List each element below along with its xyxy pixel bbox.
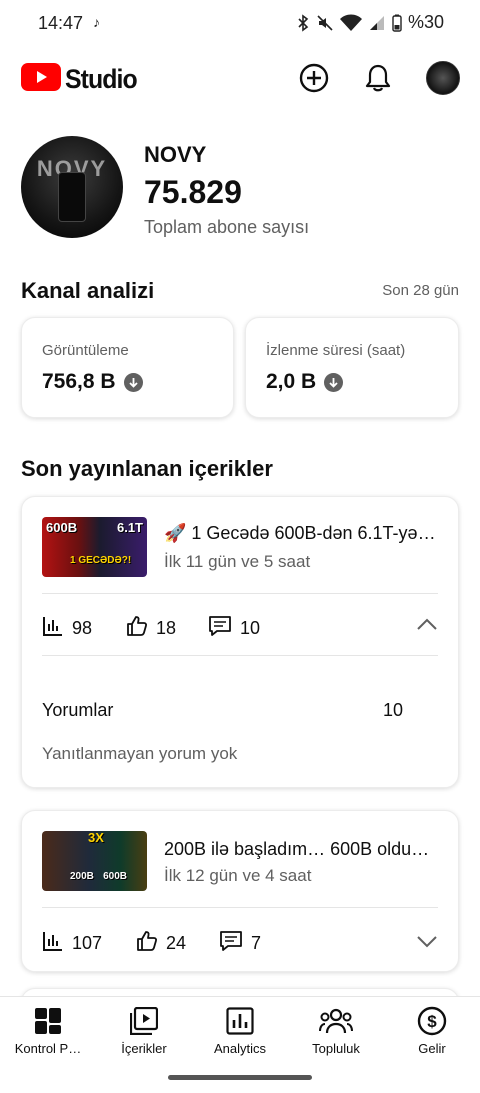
community-icon — [288, 1005, 384, 1037]
metric-value-row: 2,0 B — [266, 370, 344, 394]
plus-circle-icon[interactable] — [296, 60, 332, 96]
account-avatar[interactable] — [426, 61, 460, 95]
divider — [42, 655, 438, 656]
watch-time-metric-card[interactable]: İzlenme süresi (saat) 2,0 B — [245, 317, 459, 418]
likes-count: 24 — [166, 933, 187, 953]
metric-value-row: 756,8 B — [42, 370, 143, 394]
channel-avatar: NOVY — [21, 136, 123, 238]
metric-value: 756,8 B — [42, 370, 116, 393]
analytics-title: Kanal analizi — [21, 278, 155, 303]
status-icons: %30 — [296, 12, 444, 33]
thumbnail-text: 600B — [103, 871, 127, 882]
comments-stat: 10 — [208, 615, 260, 642]
likes-count: 18 — [156, 618, 177, 638]
video-title[interactable]: 200B ilə başladım… 600B oldu… — [164, 839, 440, 860]
nav-label: Kontrol P… — [14, 1041, 82, 1056]
thumbnail-text: 200B — [70, 871, 94, 882]
nav-label: Analytics — [213, 1041, 267, 1056]
bell-icon[interactable] — [360, 60, 396, 96]
youtube-play-icon — [21, 63, 61, 96]
bar-chart-icon — [42, 930, 64, 957]
likes-stat: 18 — [126, 615, 176, 642]
nav-label: Topluluk — [312, 1041, 360, 1056]
nav-community[interactable]: Topluluk — [288, 1005, 384, 1056]
thumbs-up-icon — [136, 930, 158, 957]
analytics-icon — [192, 1005, 288, 1037]
thumbnail-text: 3X — [88, 831, 104, 845]
tiktok-icon: ♪ — [93, 14, 100, 30]
metric-value: 2,0 B — [266, 370, 317, 393]
thumbnail-text: 1 GECƏDƏ?! — [70, 555, 132, 566]
nav-label: İçerikler — [121, 1041, 167, 1056]
nav-label: Gelir — [418, 1041, 446, 1056]
channel-name: NOVY — [144, 142, 207, 167]
video-card[interactable]: 600B 6.1T 1 GECƏDƏ?! 🚀 1 Gecədə 600B-dən… — [21, 496, 459, 788]
battery-percent: %30 — [407, 12, 444, 32]
comments-stat: 7 — [219, 930, 261, 957]
thumbnail-text: 6.1T — [116, 520, 143, 535]
status-bar: 14:47 ♪ %30 — [0, 0, 480, 48]
battery-icon — [392, 14, 402, 32]
views-stat: 107 — [42, 930, 102, 957]
chevron-down-icon[interactable] — [416, 935, 438, 954]
status-time: 14:47 — [38, 13, 84, 33]
youtube-studio-logo[interactable]: Studio — [21, 63, 143, 96]
comment-icon — [219, 930, 243, 957]
comments-row-label: Yorumlar — [42, 700, 114, 720]
mute-icon — [316, 14, 334, 32]
content-icon — [96, 1005, 192, 1037]
comments-row-value: 10 — [382, 700, 403, 720]
arrow-down-icon — [123, 372, 143, 392]
video-title[interactable]: 🚀 1 Gecədə 600B-dən 6.1T-yə … — [164, 523, 440, 544]
signal-icon — [368, 14, 386, 32]
channel-avatar-figure — [58, 172, 86, 222]
comments-count: 7 — [251, 933, 262, 953]
analytics-period: Son 28 gün — [382, 282, 459, 299]
comments-count: 10 — [240, 618, 261, 638]
divider — [42, 907, 438, 908]
subscriber-count: 75.829 — [144, 174, 242, 210]
metric-label: Görüntüleme — [42, 342, 129, 359]
gesture-home-bar[interactable] — [168, 1075, 312, 1080]
thumbnail-text: 600B — [46, 520, 78, 535]
views-stat: 98 — [42, 615, 92, 642]
video-card-partial[interactable] — [21, 988, 459, 996]
metric-label: İzlenme süresi (saat) — [266, 342, 406, 359]
video-card[interactable]: 3X 200B 600B 200B ilə başladım… 600B old… — [21, 810, 459, 972]
views-count: 107 — [72, 933, 103, 953]
comment-icon — [208, 615, 232, 642]
chevron-up-icon[interactable] — [416, 617, 438, 636]
nav-analytics[interactable]: Analytics — [192, 1005, 288, 1056]
no-unanswered-comments: Yanıtlanmayan yorum yok — [42, 744, 238, 763]
nav-content[interactable]: İçerikler — [96, 1005, 192, 1056]
wifi-icon — [339, 14, 362, 32]
logo-text: Studio — [65, 64, 138, 94]
video-subtitle: İlk 12 gün ve 4 saat — [164, 866, 312, 885]
dashboard-content: NOVY NOVY 75.829 Toplam abone sayısı Kan… — [0, 110, 480, 996]
thumbs-up-icon — [126, 615, 148, 642]
video-thumbnail[interactable]: 3X 200B 600B — [42, 831, 147, 891]
earn-icon: $ — [384, 1005, 480, 1037]
arrow-down-icon — [324, 372, 344, 392]
dashboard-icon — [0, 1005, 96, 1037]
bluetooth-icon — [296, 13, 310, 32]
views-count: 98 — [72, 618, 93, 638]
likes-stat: 24 — [136, 930, 186, 957]
subscriber-label: Toplam abone sayısı — [144, 217, 310, 237]
nav-earn[interactable]: $ Gelir — [384, 1005, 480, 1056]
video-subtitle: İlk 11 gün ve 5 saat — [164, 552, 311, 571]
svg-text:$: $ — [427, 1012, 437, 1031]
app-header: Studio — [0, 48, 480, 110]
divider — [42, 593, 438, 594]
views-metric-card[interactable]: Görüntüleme 756,8 B — [21, 317, 234, 418]
nav-dashboard[interactable]: Kontrol P… — [0, 1005, 96, 1056]
video-thumbnail[interactable]: 600B 6.1T 1 GECƏDƏ?! — [42, 517, 147, 577]
bar-chart-icon — [42, 615, 64, 642]
recent-content-title: Son yayınlanan içerikler — [21, 456, 273, 481]
